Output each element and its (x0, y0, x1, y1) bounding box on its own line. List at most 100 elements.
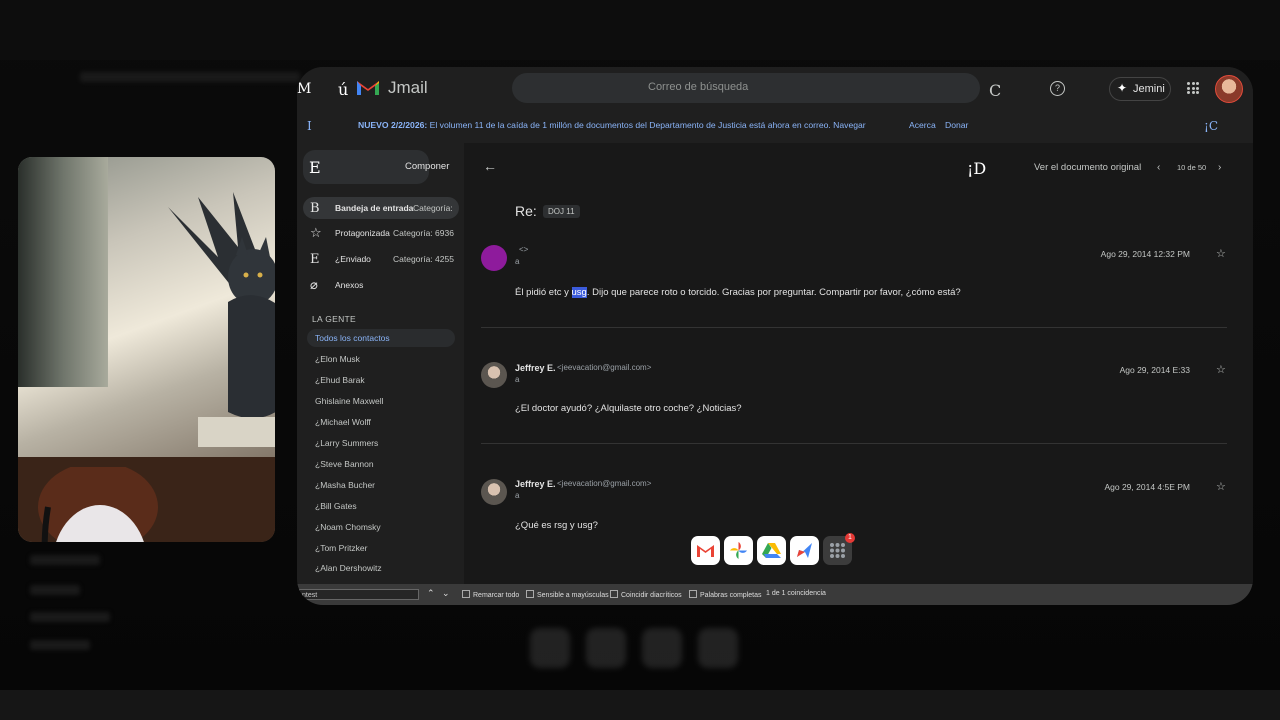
compose-glyph: E (309, 158, 321, 177)
background-strip (0, 690, 1280, 720)
star-icon[interactable]: ☆ (1216, 363, 1226, 376)
find-option-label: Sensible a mayúsculas (537, 592, 609, 599)
message-body: Él pidió etc y usg. Dijo que parece roto… (515, 287, 961, 298)
background-blur (30, 585, 80, 595)
background-topbar (0, 0, 1280, 60)
sidebar-item-count: Categoría: 6936 (393, 228, 454, 238)
app-dock: 1 (691, 533, 855, 565)
sidebar-item-label: ¿Enviado (335, 254, 371, 264)
background-blur (30, 640, 90, 650)
masked-face (38, 467, 158, 542)
match-case-checkbox[interactable]: Sensible a mayúsculas (526, 590, 609, 599)
jmail-logo-icon[interactable] (355, 77, 381, 97)
search-options-glyph[interactable]: C (989, 81, 1001, 100)
inbox-icon: B (310, 201, 320, 216)
photos-icon[interactable] (724, 536, 753, 565)
sender-email: <jeevacation@gmail.com> (557, 479, 652, 488)
people-item[interactable]: ¿Elon Musk (307, 350, 455, 368)
paperclip-icon: ⌀ (310, 278, 318, 293)
sender-avatar (481, 245, 507, 271)
star-icon[interactable]: ☆ (1216, 247, 1226, 260)
sender-avatar (481, 362, 507, 388)
sidebar-item-inbox[interactable]: B Bandeja de entrada Categoría: (303, 197, 459, 219)
people-item[interactable]: ¿Steve Bannon (307, 455, 455, 473)
sidebar-item-sent[interactable]: E ¿Enviado Categoría: 4255 (303, 248, 459, 270)
sparkle-icon: ✦ (1117, 81, 1128, 95)
find-prev-icon[interactable]: ⌃ (427, 588, 435, 599)
webcam-overlay (18, 157, 275, 542)
search-input[interactable]: Correo de búsqueda (512, 73, 980, 103)
sidebar-item-count: Categoría: (413, 203, 453, 213)
background-dock (530, 628, 770, 676)
sidebar-item-starred[interactable]: ☆ Protagonizada Categoría: 6936 (303, 222, 459, 244)
match-diacritics-checkbox[interactable]: Coincidir diacríticos (610, 590, 682, 599)
compose-label: Componer (405, 161, 450, 172)
people-item-all[interactable]: Todos los contactos (307, 329, 455, 347)
sidebar-item-label: Anexos (335, 280, 364, 290)
people-item[interactable]: ¿Tom Pritzker (307, 539, 455, 557)
star-icon[interactable]: ☆ (1216, 480, 1226, 493)
toolbar-glyph[interactable]: ¡D (967, 159, 986, 178)
sidebar-item-label: Bandeja de entrada (335, 203, 414, 213)
sender-email: <jeevacation@gmail.com> (557, 363, 652, 372)
flights-icon[interactable] (790, 536, 819, 565)
banner-close-glyph[interactable]: ¡C (1204, 119, 1218, 133)
message-divider (481, 443, 1227, 444)
sidebar-item-label: Protagonizada (335, 228, 390, 238)
people-item[interactable]: ¿Ehud Barak (307, 371, 455, 389)
gmail-icon[interactable] (691, 536, 720, 565)
back-arrow-icon[interactable]: ← (483, 158, 497, 174)
people-item[interactable]: ¿Masha Bucher (307, 476, 455, 494)
people-section-label: LA GENTE (312, 314, 356, 324)
banner-navigate-link[interactable]: Navegar (833, 120, 865, 130)
people-item-label: Ghislaine Maxwell (315, 396, 384, 406)
find-input[interactable]: ntest (299, 589, 419, 600)
webcam-window-light (18, 157, 108, 387)
sender-avatar (481, 479, 507, 505)
search-highlight: usg (571, 287, 587, 298)
people-item[interactable]: ¿Alan Dershowitz (307, 559, 455, 577)
help-icon[interactable]: ? (1050, 81, 1065, 96)
sidebar-item-count: Categoría: 4255 (393, 254, 454, 264)
jemini-button[interactable]: ✦ Jemini (1109, 77, 1171, 101)
menu-glyph[interactable]: ú (338, 80, 348, 99)
account-avatar[interactable] (1215, 75, 1243, 103)
label-chip[interactable]: DOJ 11 (543, 205, 580, 218)
apps-grid-icon[interactable] (1187, 82, 1199, 94)
people-item-label: Todos los contactos (315, 333, 390, 343)
banner-donate-link[interactable]: Donar (945, 120, 968, 130)
find-next-icon[interactable]: ⌄ (442, 588, 450, 599)
message-body: ¿El doctor ayudó? ¿Alquilaste otro coche… (515, 403, 742, 414)
people-item[interactable]: Ghislaine Maxwell (307, 392, 455, 410)
drive-icon[interactable] (757, 536, 786, 565)
people-item[interactable]: ¿Bill Gates (307, 497, 455, 515)
search-placeholder: Correo de búsqueda (648, 81, 749, 93)
recipient-line: a (515, 491, 520, 500)
pager-text: 10 de 50 (1177, 163, 1207, 172)
apps-grid-icon[interactable]: 1 (823, 533, 855, 565)
whole-words-checkbox[interactable]: Palabras completas (689, 590, 761, 599)
people-item[interactable]: ¿Larry Summers (307, 434, 455, 452)
highlight-all-checkbox[interactable]: Remarcar todo (462, 590, 519, 599)
people-item-label: ¿Michael Wolff (315, 417, 371, 427)
star-icon: ☆ (310, 226, 322, 241)
background-blur (30, 612, 110, 622)
menu-glyph[interactable]: M (297, 81, 311, 97)
prev-chevron-icon[interactable]: ‹ (1157, 162, 1160, 173)
people-item[interactable]: ¿Michael Wolff (307, 413, 455, 431)
next-chevron-icon[interactable]: › (1218, 162, 1221, 173)
message-date: Ago 29, 2014 12:32 PM (1100, 249, 1190, 259)
people-item-label: ¿Larry Summers (315, 438, 379, 448)
view-original-link[interactable]: Ver el documento original (1034, 162, 1141, 173)
banner-about-link[interactable]: Acerca (909, 120, 936, 130)
announcement-banner: I NUEVO 2/2/2026: El volumen 11 de la ca… (297, 117, 1253, 135)
sender-email: <> (519, 245, 529, 254)
sent-icon: E (310, 252, 320, 267)
sidebar-item-attachments[interactable]: ⌀ Anexos (303, 274, 459, 296)
banner-date: NUEVO 2/2/2026: (358, 120, 428, 130)
body-text: Él pidió etc y (515, 287, 572, 298)
jmail-window: M ú Jmail Bú Correo de búsqueda C ? ✦ Je… (297, 67, 1253, 605)
compose-button[interactable]: E Componer (303, 150, 449, 184)
people-item[interactable]: ¿Noam Chomsky (307, 518, 455, 536)
message-date: Ago 29, 2014 E:33 (1119, 365, 1190, 375)
